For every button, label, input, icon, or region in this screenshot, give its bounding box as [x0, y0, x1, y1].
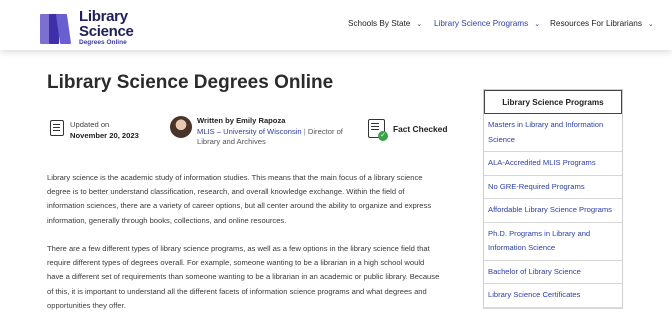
sidebar-link-phd[interactable]: Ph.D. Programs in Library and Informatio… [484, 223, 622, 261]
intro-paragraph-1: Library science is the academic study of… [47, 173, 432, 225]
updated-label: Updated on [70, 120, 110, 129]
sidebar-link-affordable[interactable]: Affordable Library Science Programs [484, 199, 622, 223]
site-header: Library Science Degrees Online Schools B… [0, 0, 672, 50]
nav-resources-for-librarians[interactable]: Resources For Librarians ⌄ [550, 19, 654, 28]
programs-sidebar: Library Science Programs Masters in Libr… [483, 89, 623, 309]
document-check-icon: ✓ [368, 119, 388, 141]
author-avatar [170, 116, 192, 138]
logo-tagline: Degrees Online [79, 39, 127, 46]
author-meta: Written by Emily Rapoza MLIS – Universit… [170, 116, 347, 148]
nav-label: Library Science Programs [434, 19, 529, 28]
sidebar-link-certificates[interactable]: Library Science Certificates [484, 284, 622, 308]
author-affiliation-link[interactable]: MLIS – University of Wisconsin [197, 127, 302, 136]
sidebar-link-no-gre[interactable]: No GRE-Required Programs [484, 176, 622, 199]
nav-label: Resources For Librarians [550, 19, 642, 28]
chevron-down-icon: ⌄ [647, 20, 654, 28]
logo-line-2: Science [79, 23, 134, 40]
updated-date: November 20, 2023 [70, 131, 139, 140]
page-title: Library Science Degrees Online [47, 72, 334, 93]
sidebar-link-bachelor[interactable]: Bachelor of Library Science [484, 261, 622, 284]
fact-checked-badge: ✓ Fact Checked [368, 119, 448, 141]
nav-label: Schools By State [348, 19, 411, 28]
nav-library-science-programs[interactable]: Library Science Programs ⌄ [434, 19, 540, 28]
sidebar-link-ala-accredited[interactable]: ALA-Accredited MLIS Programs [484, 152, 622, 176]
logo-line-1: Library [79, 8, 128, 25]
author-separator: | [303, 126, 306, 136]
sidebar-link-masters[interactable]: Masters in Library and Information Scien… [484, 114, 622, 152]
fact-checked-label: Fact Checked [393, 123, 448, 134]
intro-paragraph-2: There are a few different types of libra… [47, 244, 440, 310]
bottom-fade [0, 305, 672, 325]
author-name: Written by Emily Rapoza [197, 116, 286, 125]
site-logo[interactable]: Library Science Degrees Online [40, 9, 134, 47]
chevron-down-icon: ⌄ [416, 20, 423, 28]
nav-schools-by-state[interactable]: Schools By State ⌄ [348, 19, 422, 28]
updated-meta: Updated on November 20, 2023 [50, 119, 139, 141]
chevron-down-icon: ⌄ [534, 20, 541, 28]
books-logo-icon [40, 12, 74, 44]
calendar-icon [50, 120, 64, 136]
sidebar-title: Library Science Programs [484, 90, 622, 114]
check-icon: ✓ [378, 131, 388, 141]
